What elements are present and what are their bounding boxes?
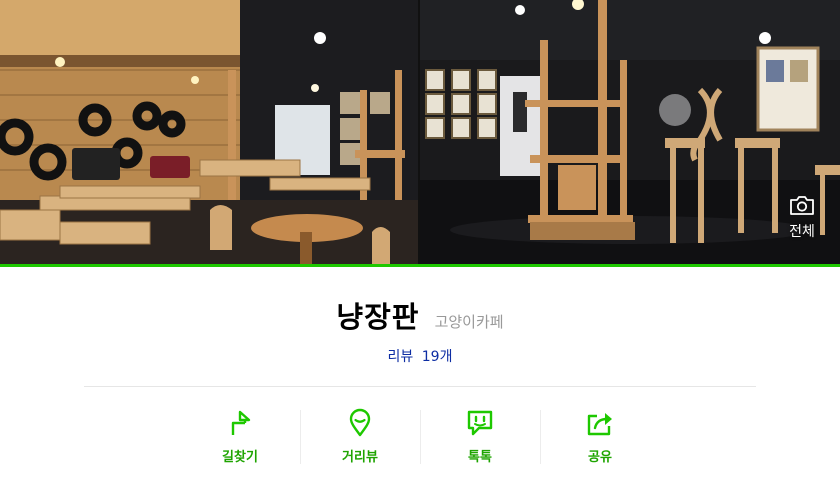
all-photos-button[interactable]: 전체 xyxy=(782,194,822,244)
review-label: 리뷰 xyxy=(387,349,414,365)
place-title-row: 냥장판 고양이카페 xyxy=(0,294,840,338)
chat-icon xyxy=(467,410,493,436)
photo-gallery[interactable]: 전체 xyxy=(0,0,840,264)
divider xyxy=(84,386,756,387)
camera-icon xyxy=(790,196,814,215)
share-icon xyxy=(587,413,612,436)
review-link[interactable]: 리뷰 19개 xyxy=(0,346,840,366)
action-bar: 길찾기 거리뷰 톡톡 공유 xyxy=(180,406,660,466)
all-photos-label: 전체 xyxy=(789,224,815,240)
place-name: 냥장판 xyxy=(336,300,420,334)
cafe-photo-left[interactable] xyxy=(0,0,418,264)
action-label: 길찾기 xyxy=(222,450,258,465)
directions-icon xyxy=(231,410,251,435)
accent-bar xyxy=(0,264,840,267)
street-view-button[interactable]: 거리뷰 xyxy=(300,406,420,466)
cafe-photo-right[interactable]: 전체 xyxy=(420,0,840,264)
directions-button[interactable]: 길찾기 xyxy=(180,406,300,466)
action-label: 거리뷰 xyxy=(342,450,378,465)
share-button[interactable]: 공유 xyxy=(540,406,660,466)
review-count: 19개 xyxy=(421,349,453,365)
place-category: 고양이카페 xyxy=(434,313,504,331)
street-view-pin-icon xyxy=(349,408,371,437)
action-label: 톡톡 xyxy=(468,450,492,465)
action-label: 공유 xyxy=(588,450,612,465)
talk-button[interactable]: 톡톡 xyxy=(420,406,540,466)
